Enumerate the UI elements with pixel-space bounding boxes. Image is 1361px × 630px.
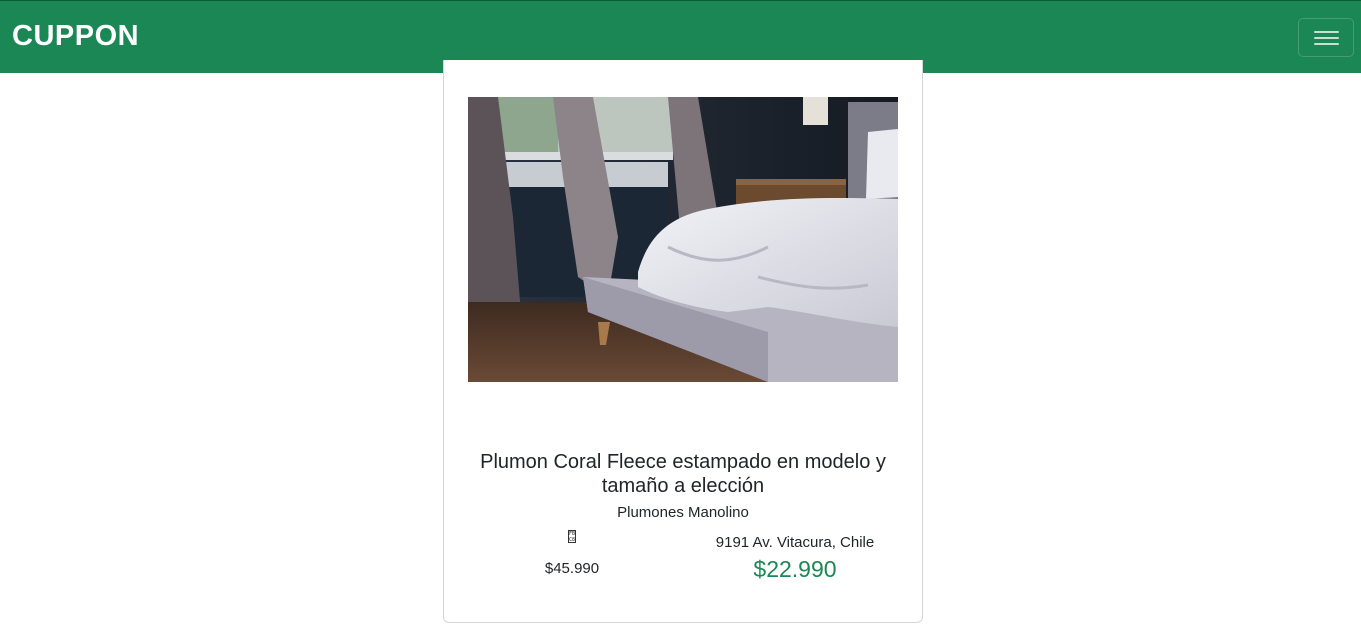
price-column-right: 9191 Av. Vitacura, Chile $22.990 bbox=[684, 534, 906, 583]
discount-price: $22.990 bbox=[753, 556, 837, 582]
original-price: $45.990 bbox=[544, 560, 600, 577]
merchant-name: Plumones Manolino bbox=[617, 504, 749, 521]
deal-image[interactable] bbox=[468, 97, 898, 382]
navbar-toggler-button[interactable] bbox=[1298, 18, 1354, 57]
deal-title[interactable]: Plumon Coral Fleece estampado en modelo … bbox=[464, 450, 902, 498]
brand-logo[interactable]: CUPPON bbox=[12, 20, 139, 53]
bedroom-photo-icon bbox=[468, 97, 898, 382]
deal-location: 9191 Av. Vitacura, Chile bbox=[715, 534, 875, 551]
price-column-left: FB C8 $45.990 bbox=[484, 530, 660, 577]
deal-card[interactable]: Plumon Coral Fleece estampado en modelo … bbox=[443, 60, 923, 623]
flag-glyph-icon: FB C8 bbox=[568, 530, 576, 543]
